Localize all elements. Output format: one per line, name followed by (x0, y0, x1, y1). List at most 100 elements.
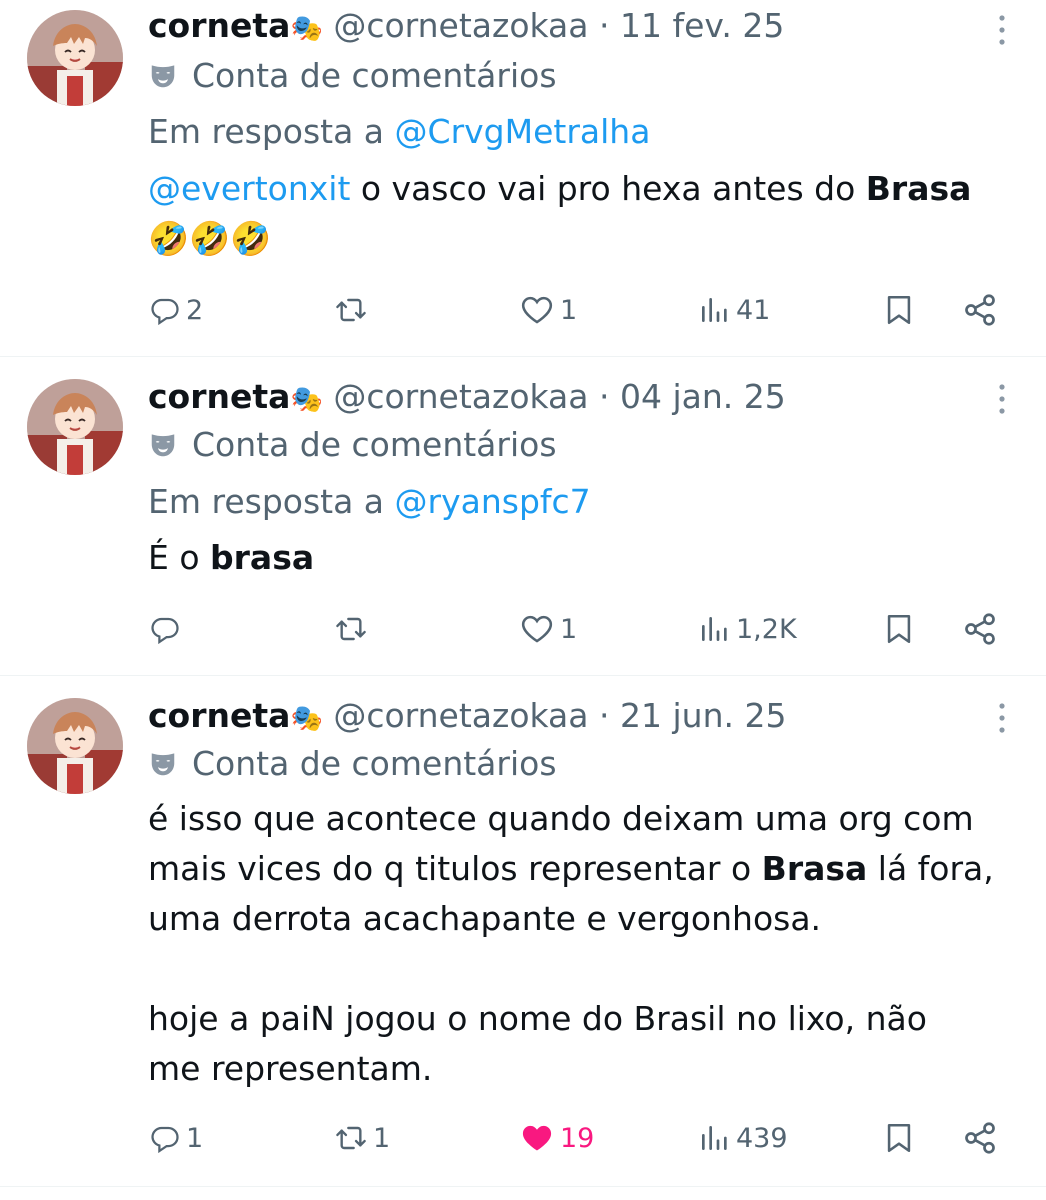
text-line: me representam. (148, 1049, 433, 1088)
heart-icon (520, 612, 554, 646)
text-bold: Brasa (865, 169, 972, 208)
like-count: 1 (560, 294, 578, 326)
like-count: 19 (560, 1122, 595, 1154)
retweet-button[interactable]: 1 (335, 1116, 390, 1160)
tweet-header: corneta🎭 @cornetazokaa · 21 jun. 25 (148, 696, 786, 739)
heart-icon (520, 293, 554, 327)
retweet-count: 1 (373, 1122, 391, 1154)
avatar[interactable] (27, 379, 123, 475)
tweet-text: @evertonxit o vasco vai pro hexa antes d… (148, 164, 1028, 264)
avatar[interactable] (27, 698, 123, 794)
heart-filled-icon (520, 1121, 554, 1155)
action-bar: 2 1 41 (0, 288, 1046, 332)
text-line: hoje a paiN jogou o nome do Brasil no li… (148, 999, 927, 1038)
reply-icon (150, 295, 180, 325)
reply-button[interactable]: 2 (150, 288, 203, 332)
theater-mask-icon (148, 749, 178, 779)
theater-emoji: 🎭 (290, 14, 323, 44)
display-name[interactable]: corneta (148, 377, 290, 416)
views-icon (698, 613, 730, 645)
more-vertical-icon[interactable] (990, 698, 1014, 738)
views-button[interactable]: 439 (698, 1116, 788, 1160)
display-name[interactable]: corneta (148, 696, 290, 735)
share-button[interactable] (962, 288, 998, 332)
bookmark-button[interactable] (882, 607, 916, 651)
badge-label: Conta de comentários (192, 425, 557, 464)
account-badge: Conta de comentários (148, 425, 557, 465)
tweet[interactable]: corneta🎭 @cornetazokaa · 21 jun. 25 Cont… (0, 676, 1046, 1186)
reply-prefix: Em resposta a (148, 482, 385, 521)
views-count: 439 (736, 1122, 788, 1154)
more-vertical-icon[interactable] (990, 10, 1014, 50)
tweet-text: é isso que acontece quando deixam uma or… (148, 794, 1028, 1094)
views-count: 41 (736, 294, 771, 326)
account-badge: Conta de comentários (148, 56, 557, 96)
tweet[interactable]: corneta🎭 @cornetazokaa · 04 jan. 25 Cont… (0, 357, 1046, 675)
retweet-icon (335, 613, 367, 645)
more-vertical-icon[interactable] (990, 379, 1014, 419)
tweet[interactable]: corneta🎭 @cornetazokaa · 11 fev. 25 Cont… (0, 0, 1046, 356)
theater-emoji: 🎭 (290, 385, 323, 415)
text-bold: Brasa (761, 849, 868, 888)
text-segment: lá fora, (867, 849, 994, 888)
separator-dot: · (599, 696, 610, 735)
display-name[interactable]: corneta (148, 6, 290, 45)
reply-button[interactable]: 1 (150, 1116, 203, 1160)
retweet-icon (335, 294, 367, 326)
reply-prefix: Em resposta a (148, 112, 385, 151)
text-segment: mais vices do q titulos representar o (148, 849, 762, 888)
reply-mention-link[interactable]: @ryanspfc7 (395, 482, 591, 521)
reply-context: Em resposta a @ryanspfc7 (148, 482, 591, 522)
share-button[interactable] (962, 607, 998, 651)
bookmark-icon (882, 1121, 916, 1155)
text-mention-link[interactable]: @evertonxit (148, 169, 350, 208)
account-badge: Conta de comentários (148, 744, 557, 784)
views-icon (698, 1122, 730, 1154)
bookmark-icon (882, 612, 916, 646)
like-button[interactable]: 1 (520, 607, 577, 651)
views-button[interactable]: 41 (698, 288, 770, 332)
views-count: 1,2K (736, 613, 797, 645)
views-button[interactable]: 1,2K (698, 607, 797, 651)
action-bar: 1 1,2K (0, 607, 1046, 651)
bookmark-button[interactable] (882, 288, 916, 332)
share-icon (962, 1120, 998, 1156)
share-icon (962, 292, 998, 328)
text-bold: brasa (210, 538, 315, 577)
tweet-date[interactable]: 21 jun. 25 (620, 696, 786, 735)
separator-dot: · (599, 6, 610, 45)
tweet-date[interactable]: 11 fev. 25 (620, 6, 784, 45)
retweet-button[interactable] (335, 288, 373, 332)
reply-icon (150, 614, 180, 644)
tweet-header: corneta🎭 @cornetazokaa · 04 jan. 25 (148, 377, 786, 420)
user-handle[interactable]: @cornetazokaa (333, 377, 588, 416)
text-emoji-line: 🤣🤣🤣 (148, 219, 272, 258)
action-bar: 1 1 19 439 (0, 1116, 1046, 1160)
tweet-date[interactable]: 04 jan. 25 (620, 377, 786, 416)
user-handle[interactable]: @cornetazokaa (333, 696, 588, 735)
separator-dot: · (599, 377, 610, 416)
text-segment: o vasco vai pro hexa antes do (350, 169, 866, 208)
badge-label: Conta de comentários (192, 56, 557, 95)
text-line: uma derrota acachapante e vergonhosa. (148, 899, 822, 938)
retweet-button[interactable] (335, 607, 373, 651)
reply-icon (150, 1123, 180, 1153)
views-icon (698, 294, 730, 326)
bookmark-button[interactable] (882, 1116, 916, 1160)
user-handle[interactable]: @cornetazokaa (333, 6, 588, 45)
reply-button[interactable] (150, 607, 186, 651)
text-line: é isso que acontece quando deixam uma or… (148, 799, 974, 838)
bookmark-icon (882, 293, 916, 327)
share-button[interactable] (962, 1116, 998, 1160)
theater-emoji: 🎭 (290, 704, 323, 734)
reply-count: 1 (186, 1122, 204, 1154)
theater-mask-icon (148, 61, 178, 91)
avatar[interactable] (27, 10, 123, 106)
tweet-header: corneta🎭 @cornetazokaa · 11 fev. 25 (148, 6, 784, 49)
reply-mention-link[interactable]: @CrvgMetralha (395, 112, 651, 151)
like-button[interactable]: 1 (520, 288, 577, 332)
like-button[interactable]: 19 (520, 1116, 594, 1160)
reply-context: Em resposta a @CrvgMetralha (148, 112, 650, 152)
reply-count: 2 (186, 294, 204, 326)
theater-mask-icon (148, 430, 178, 460)
